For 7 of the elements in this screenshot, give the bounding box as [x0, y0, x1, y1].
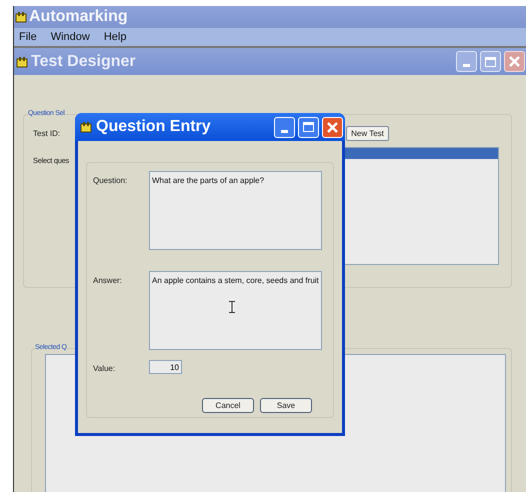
dialog-title: Question Entry	[96, 117, 212, 137]
field-label: Test ID:	[32, 128, 62, 140]
field-label: Question:	[93, 175, 128, 187]
app-title: Automarking	[29, 7, 128, 27]
field-label: Value:	[93, 363, 116, 375]
window-title: Test Designer	[31, 52, 137, 72]
field-label: Answer:	[93, 275, 123, 287]
